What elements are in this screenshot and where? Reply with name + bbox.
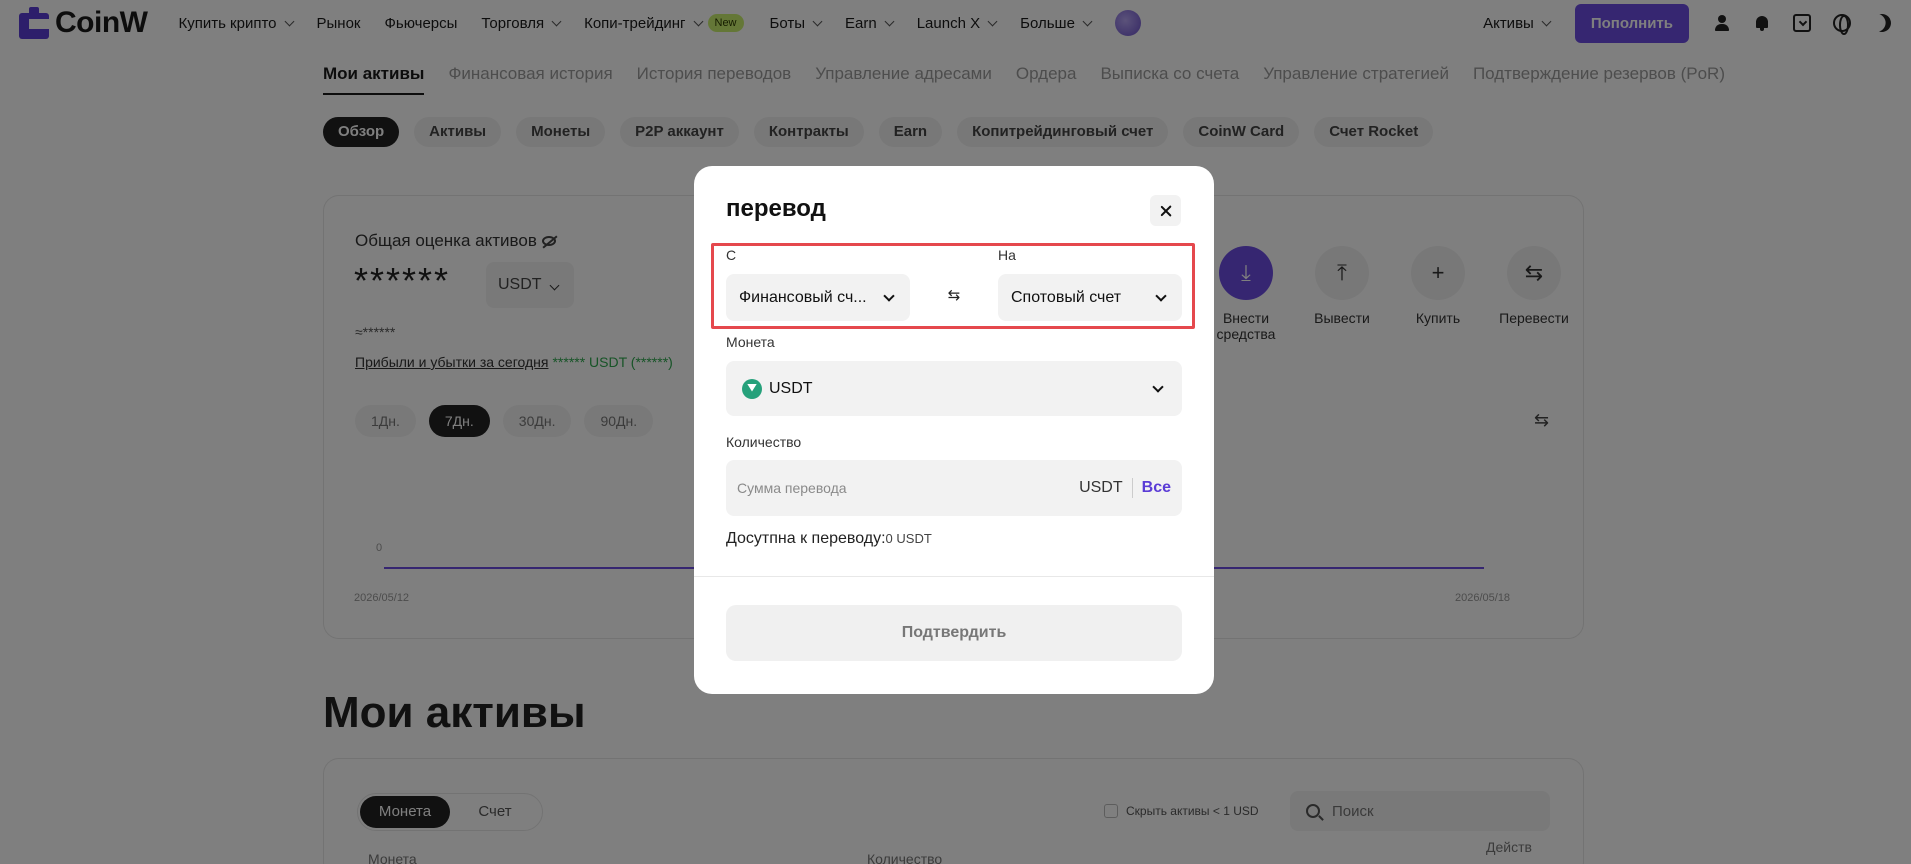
amount-input[interactable] xyxy=(737,480,1067,496)
coin-value: USDT xyxy=(769,379,813,397)
from-label: С xyxy=(726,247,737,263)
close-button[interactable] xyxy=(1150,195,1181,226)
close-icon xyxy=(1160,205,1172,217)
chevron-down-icon xyxy=(883,290,895,302)
chevron-down-icon xyxy=(1152,381,1164,393)
modal-title: перевод xyxy=(726,195,826,222)
chevron-down-icon xyxy=(1155,290,1167,302)
transfer-modal: перевод С На Финансовый сч... ⇆ Спотовый… xyxy=(694,166,1214,694)
available-label: Досутпна к переводу: xyxy=(726,530,886,547)
usdt-icon xyxy=(742,378,762,399)
from-account-select[interactable]: Финансовый сч... xyxy=(726,274,910,321)
swap-accounts-icon[interactable]: ⇆ xyxy=(945,287,963,305)
modal-divider xyxy=(694,576,1214,577)
quantity-label: Количество xyxy=(726,434,802,450)
to-account-select[interactable]: Спотовый счет xyxy=(998,274,1182,321)
available-value: 0 USDT xyxy=(885,531,932,546)
quantity-field: USDT Все xyxy=(726,460,1182,516)
available-balance: Досутпна к переводу:0 USDT xyxy=(726,530,932,548)
max-all-button[interactable]: Все xyxy=(1133,479,1182,497)
confirm-button[interactable]: Подтвердить xyxy=(726,605,1182,661)
to-label: На xyxy=(998,247,1016,263)
coin-select[interactable]: USDT xyxy=(726,361,1182,416)
coin-label: Монета xyxy=(726,334,775,350)
from-account-value: Финансовый сч... xyxy=(739,288,867,306)
quantity-unit: USDT xyxy=(1079,478,1133,498)
to-account-value: Спотовый счет xyxy=(1011,288,1122,306)
